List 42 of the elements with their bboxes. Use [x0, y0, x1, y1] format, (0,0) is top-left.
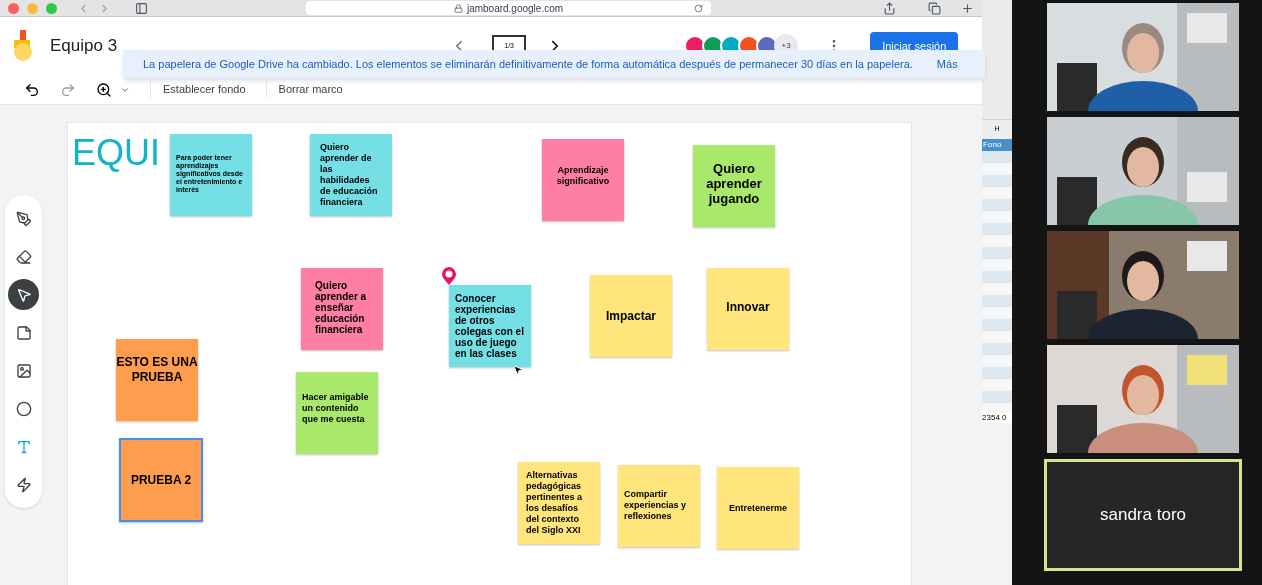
mouse-cursor-icon — [512, 364, 524, 376]
circle-icon — [15, 400, 32, 417]
pointer-icon — [15, 286, 32, 303]
address-bar[interactable]: jamboard.google.com — [306, 1, 711, 15]
sticky-note[interactable]: Impactar — [590, 275, 672, 357]
eraser-icon — [15, 248, 32, 265]
url-text: jamboard.google.com — [466, 1, 564, 16]
spreadsheet-cell-text: 2354 0 — [982, 412, 1008, 423]
sticky-note[interactable]: Aprendizaje significativo — [542, 139, 624, 221]
reload-icon[interactable] — [694, 3, 703, 13]
zoom-control[interactable] — [96, 81, 130, 98]
zoom-icon — [96, 81, 112, 98]
sticky-note-icon — [15, 324, 32, 341]
board-title[interactable]: Equipo 3 — [50, 33, 118, 59]
sticky-note[interactable]: Quiero aprender a enseñar educación financiera — [301, 268, 383, 350]
sticky-note[interactable]: Quiero aprender jugando — [693, 145, 775, 227]
sticky-note[interactable]: Innovar — [707, 268, 789, 350]
laser-icon — [15, 476, 32, 493]
image-icon — [15, 362, 32, 379]
sticky-note[interactable]: Compartir experiencias y reflexiones — [618, 465, 700, 547]
lock-icon — [453, 3, 463, 13]
sticky-note[interactable]: Hacer amigable un contenido que me cuesta — [296, 372, 378, 454]
sticky-note[interactable]: Conocer experiencias de otros colegas con el uso de juego en las clases — [449, 285, 531, 367]
undo-icon[interactable] — [24, 81, 40, 98]
toolbar-button[interactable]: Establecer fondo — [150, 81, 246, 98]
location-pin-icon — [441, 267, 457, 285]
sticky-note[interactable]: Quiero aprender de las habilidades de educación financiera — [310, 134, 392, 216]
share-icon[interactable] — [883, 1, 897, 15]
new-tab-icon[interactable] — [961, 1, 975, 15]
tabs-icon[interactable] — [928, 1, 942, 15]
sticky-note[interactable]: Alternativas pedagógicas pertinentes a los desafíos del contexto del Siglo XXI — [518, 462, 600, 544]
sticky-note[interactable]: Entretenerme — [717, 467, 799, 549]
jamboard-logo — [12, 30, 34, 62]
board-title-text: EQUI — [72, 131, 160, 175]
pen-icon — [15, 210, 32, 227]
participant-name: sandra toro — [1100, 504, 1186, 527]
text-box-icon — [15, 438, 32, 455]
sticky-note[interactable]: ESTO ES UNA PRUEBA — [116, 339, 198, 421]
tool-button[interactable] — [8, 279, 39, 310]
sticky-note[interactable]: PRUEBA 2 — [119, 438, 203, 522]
sidebar-icon[interactable] — [135, 1, 148, 15]
toolbar-button[interactable]: Borrar marco — [265, 81, 343, 98]
